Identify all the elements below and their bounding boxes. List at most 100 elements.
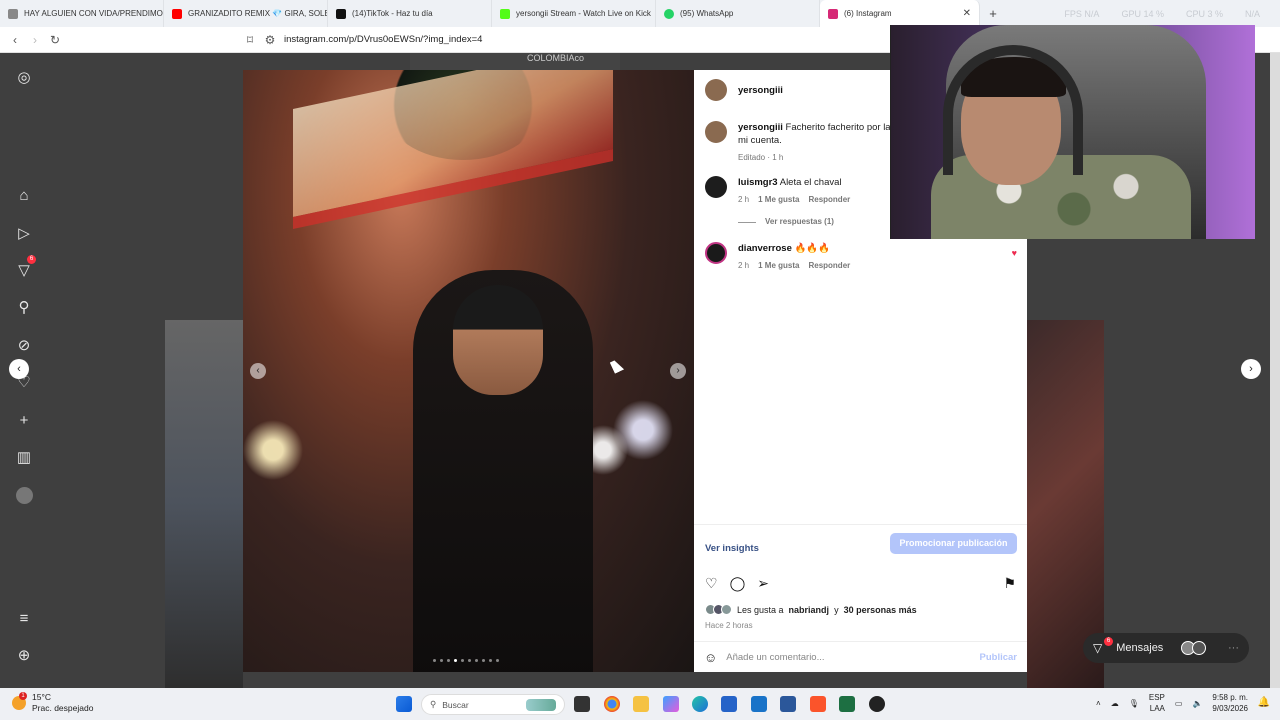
browser-tab[interactable]: yersongii Stream - Watch Live on Kick (492, 0, 656, 27)
reels-icon[interactable]: ▷ (14, 224, 34, 244)
weather-widget[interactable]: 1 15°C Prac. despejado (12, 692, 93, 714)
onedrive-icon[interactable]: ☁ (1111, 699, 1119, 708)
tab-favicon-icon (8, 8, 18, 19)
browser-tab-active[interactable]: (6) Instagram ✕ (820, 0, 980, 27)
obs-icon[interactable] (869, 696, 885, 712)
edge-icon[interactable] (692, 696, 708, 712)
insights-icon[interactable]: ▥ (14, 448, 34, 468)
comment-icon[interactable]: ◯ (730, 575, 746, 592)
whatsapp-icon (664, 8, 674, 19)
notifications-icon[interactable]: ▽ 6 (14, 255, 36, 281)
network-icon[interactable]: ▭ (1175, 699, 1183, 708)
home-icon[interactable]: ⌂ (14, 186, 34, 206)
weather-badge: 1 (19, 692, 27, 700)
copilot-icon[interactable] (663, 696, 679, 712)
post-author[interactable]: yersongiii (738, 85, 783, 96)
post-photo: ‹ › (243, 70, 694, 672)
replies-line (738, 222, 756, 226)
next-post-button[interactable]: › (1241, 359, 1261, 379)
comment-input[interactable]: Añade un comentario... (726, 652, 824, 663)
promote-button[interactable]: Promocionar publicación (890, 533, 1017, 554)
store-icon[interactable] (721, 696, 737, 712)
mic-icon[interactable]: 🎙 (1129, 699, 1139, 708)
chrome-icon[interactable] (604, 696, 620, 712)
site-settings-icon[interactable]: ⚙ (260, 33, 280, 47)
reload-icon[interactable]: ↻ (45, 33, 65, 47)
new-tab-button[interactable]: + (980, 6, 1006, 21)
avatar[interactable] (705, 79, 727, 101)
comment-text: Aleta el chaval (779, 177, 842, 188)
menu-icon[interactable]: ≡ (14, 609, 34, 629)
carousel-prev-icon[interactable]: ‹ (250, 363, 266, 379)
excel-icon[interactable] (839, 696, 855, 712)
weather-desc: Prac. despejado (32, 703, 94, 713)
share-icon[interactable]: ➢ (757, 575, 769, 592)
notifications-bell-icon[interactable]: 🔔 (1258, 697, 1270, 708)
chevron-up-icon[interactable]: ˄ (1096, 699, 1101, 708)
word-icon[interactable] (780, 696, 796, 712)
browser-tab[interactable]: (14)TikTok - Haz tu día (328, 0, 492, 27)
create-icon[interactable]: + (14, 411, 34, 431)
url-field[interactable]: instagram.com/p/DVrus0oEWSn/?img_index=4 (284, 34, 482, 45)
search-icon: ⚲ (430, 699, 437, 709)
volume-icon[interactable]: 🔈 (1192, 699, 1202, 708)
instagram-icon[interactable]: ◎ (14, 68, 34, 88)
comment-likes[interactable]: 1 Me gusta (758, 261, 799, 270)
comment-user[interactable]: luismgr3 (738, 177, 778, 188)
back-icon[interactable]: ‹ (5, 33, 25, 47)
profile-icon[interactable] (14, 486, 34, 506)
windows-taskbar: 1 15°C Prac. despejado ⚲ Buscar ˄ ☁ 🎙 ES… (0, 688, 1280, 720)
taskbar-search[interactable]: ⚲ Buscar (421, 694, 565, 715)
task-view-icon[interactable] (574, 696, 590, 712)
browser-tab[interactable]: GRANIZADITO REMIX 💎 GIRA, SOLE (164, 0, 328, 27)
likes-count[interactable]: 30 personas más (844, 605, 917, 615)
bookmark-page-icon[interactable]: ⌑ (240, 33, 260, 47)
carousel-dot (489, 659, 492, 662)
carousel-dot (468, 659, 471, 662)
search-icon[interactable]: ⚲ (14, 298, 34, 318)
comment-time: 2 h (738, 195, 750, 204)
messages-button[interactable]: ▽ 6 Mensajes ··· (1083, 633, 1249, 663)
carousel-dots (433, 659, 499, 662)
reply-button[interactable]: Responder (808, 261, 850, 270)
avatar[interactable] (705, 176, 727, 198)
clock[interactable]: 9:58 p. m. 9/03/2026 (1212, 692, 1248, 714)
browser-tab[interactable]: (95) WhatsApp (656, 0, 820, 27)
file-explorer-icon[interactable] (633, 696, 649, 712)
brave-icon[interactable] (810, 696, 826, 712)
more-icon[interactable]: ··· (1228, 642, 1239, 654)
reply-button[interactable]: Responder (808, 195, 850, 204)
carousel-next-icon[interactable]: › (670, 363, 686, 379)
prev-post-button[interactable]: ‹ (9, 359, 29, 379)
threads-icon[interactable]: ⊕ (14, 646, 34, 666)
emoji-icon[interactable]: ☺ (704, 650, 717, 665)
view-replies-button[interactable]: Ver respuestas (1) (765, 217, 834, 226)
like-icon[interactable]: ♡ (705, 575, 718, 592)
background-post-thumbnail (165, 320, 243, 688)
view-insights-link[interactable]: Ver insights (705, 543, 759, 554)
perf-overlay: FPS N/A GPU 14 % CPU 3 % N/A (1064, 8, 1260, 19)
comment-user[interactable]: dianverrose (738, 243, 792, 254)
outlook-icon[interactable] (751, 696, 767, 712)
browser-tab[interactable]: HAY ALGUIEN CON VIDA/PRENDIMO (0, 0, 164, 27)
page-scrollbar[interactable] (1270, 53, 1280, 688)
avatar[interactable] (705, 121, 727, 143)
comment-time: 2 h (738, 261, 750, 270)
comment-like-icon[interactable]: ♥ (1012, 248, 1017, 258)
forward-icon[interactable]: › (25, 33, 45, 47)
caption-user[interactable]: yersongiii (738, 122, 783, 133)
explore-icon[interactable]: ⊘ (14, 336, 34, 356)
save-icon[interactable]: ⚑ (1003, 575, 1016, 592)
comment-likes[interactable]: 1 Me gusta (758, 195, 799, 204)
youtube-icon (172, 8, 182, 19)
caption: yersongiii Facherito facherito por la mi… (705, 121, 891, 162)
language-indicator[interactable]: ESP LAA (1149, 692, 1165, 714)
post-time: Hace 2 horas (705, 621, 753, 630)
close-tab-icon[interactable]: ✕ (963, 8, 971, 19)
instagram-icon (828, 8, 838, 19)
publish-button[interactable]: Publicar (980, 652, 1018, 663)
liker-user[interactable]: nabriandj (789, 605, 830, 615)
messages-badge: 6 (1104, 637, 1113, 646)
windows-start-icon[interactable] (396, 696, 412, 712)
avatar[interactable] (705, 242, 727, 264)
